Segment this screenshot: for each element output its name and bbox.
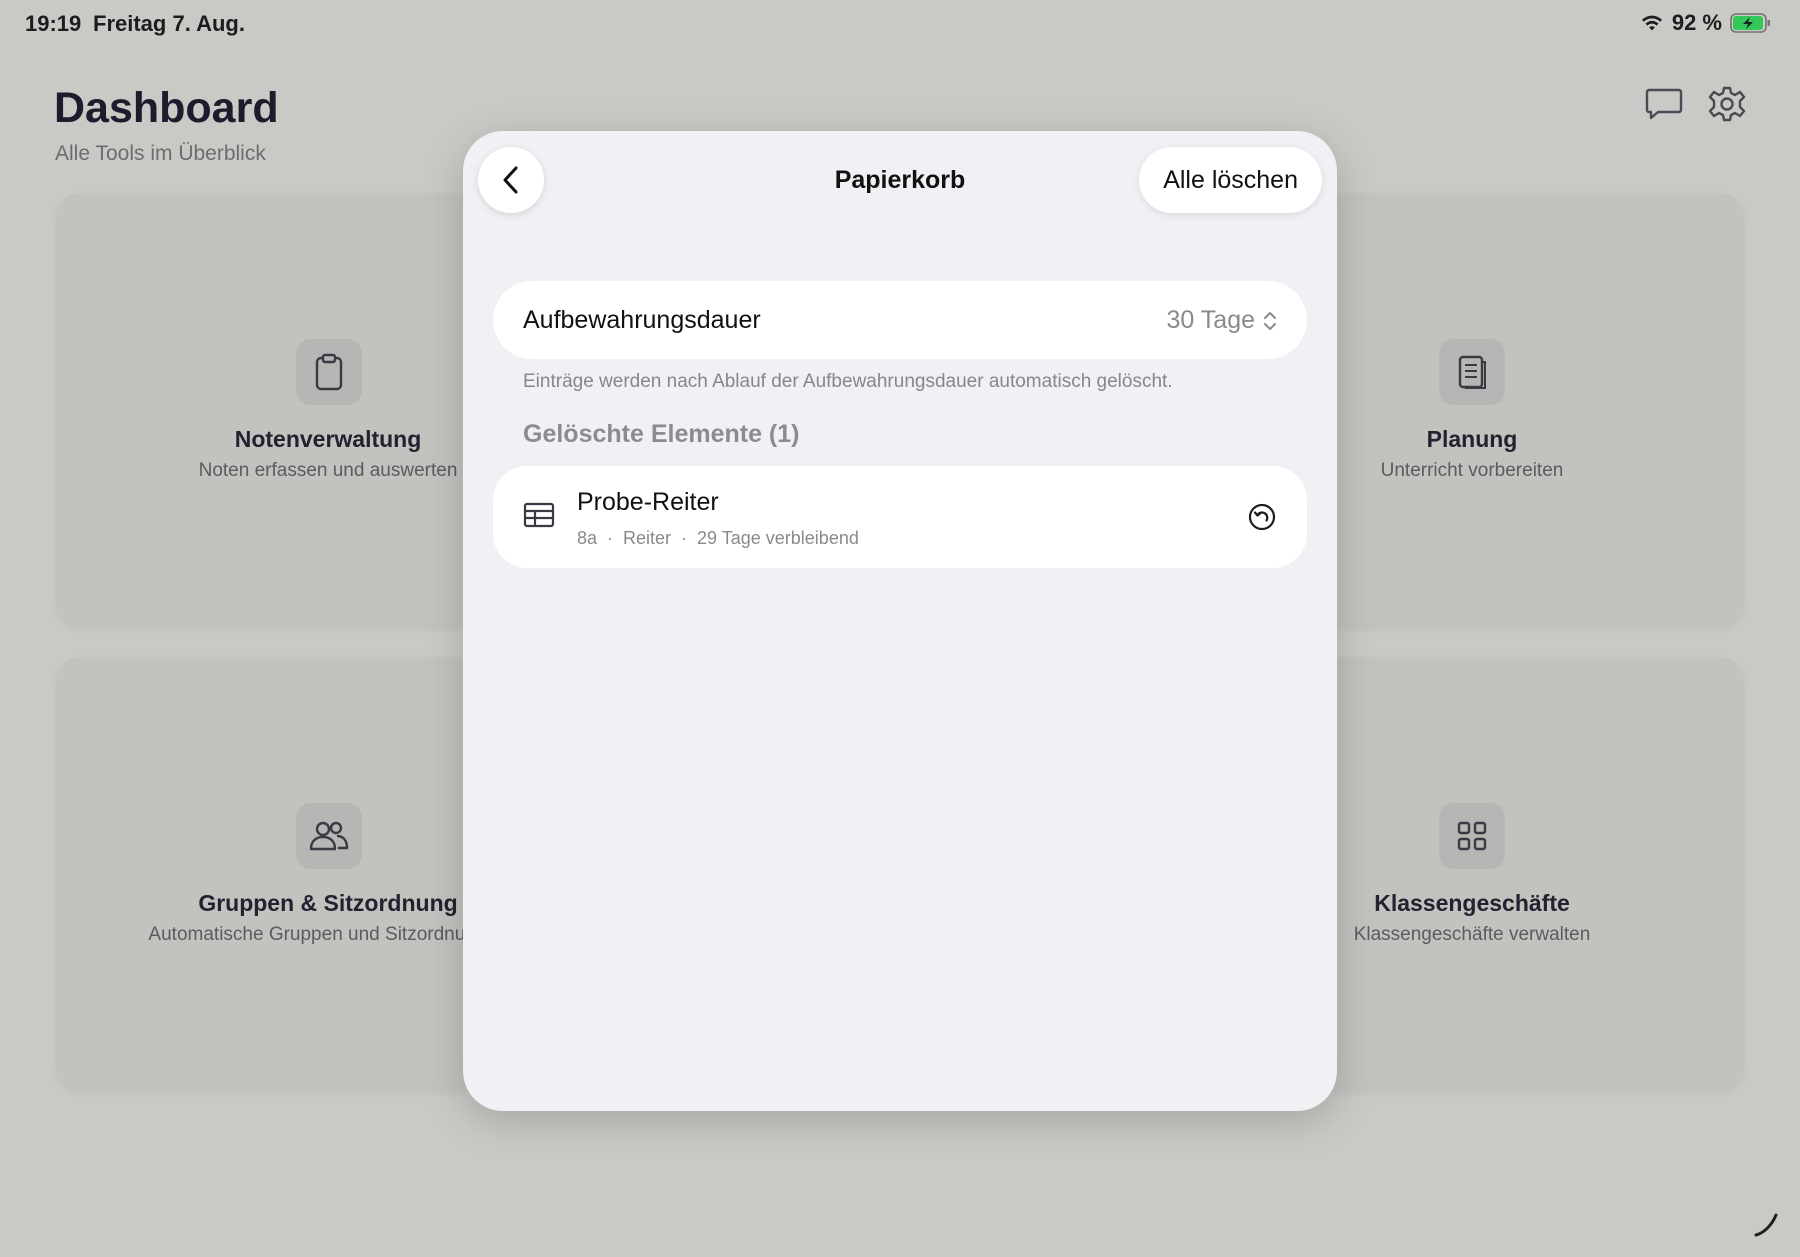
- battery-charging-icon: [1730, 13, 1770, 33]
- card-subtitle: Noten erfassen und auswerten: [198, 460, 458, 481]
- item-remaining: 29 Tage verbleibend: [697, 528, 859, 548]
- status-indicators: 92 %: [1640, 10, 1772, 36]
- card-icon-box: [296, 339, 362, 405]
- battery-percentage: 92 %: [1671, 10, 1722, 35]
- card-notenverwaltung[interactable]: Notenverwaltung Noten erfassen und auswe…: [56, 193, 476, 628]
- status-time: 19:19: [25, 11, 82, 36]
- document-icon: [1458, 355, 1486, 389]
- grid-icon: [1457, 821, 1487, 851]
- item-title: Probe-Reiter: [577, 488, 719, 516]
- card-title: Klassengeschäfte: [1374, 890, 1570, 916]
- list-item[interactable]: Probe-Reiter 8a · Reiter · 29 Tage verbleibe…: [493, 466, 1307, 568]
- card-subtitle: Klassengeschäfte verwalten: [1353, 924, 1591, 945]
- card-gruppen-sitzordnung[interactable]: Gruppen & Sitzordnung Automatische Grupp…: [56, 657, 508, 1092]
- clipboard-icon: [315, 353, 343, 391]
- retention-picker[interactable]: 30 Tage: [1166, 306, 1277, 335]
- retention-value: 30 Tage: [1166, 306, 1255, 334]
- card-subtitle: Automatische Gruppen und Sitzordnungen: [148, 924, 508, 945]
- restore-icon[interactable]: [1247, 502, 1277, 532]
- wifi-icon: [1641, 15, 1662, 31]
- status-date: Freitag 7. Aug.: [93, 11, 245, 36]
- retention-setting[interactable]: Aufbewahrungsdauer 30 Tage: [493, 281, 1307, 359]
- trash-modal: Papierkorb Alle löschen Aufbewahrungsdau…: [463, 131, 1337, 1111]
- page-subtitle: Alle Tools im Überblick: [55, 142, 266, 165]
- chat-bubble-icon[interactable]: [1644, 84, 1684, 124]
- card-icon-box: [1439, 339, 1505, 405]
- pencil-hint-icon: [1754, 1213, 1778, 1237]
- card-icon-box: [296, 803, 362, 869]
- gear-icon[interactable]: [1707, 84, 1747, 124]
- card-planung[interactable]: Planung Unterricht vorbereiten: [1320, 193, 1744, 628]
- card-title: Notenverwaltung: [234, 426, 422, 452]
- card-title: Planung: [1426, 426, 1518, 452]
- retention-note: Einträge werden nach Ablauf der Aufbewah…: [523, 371, 1173, 392]
- item-class: 8a: [577, 528, 598, 548]
- retention-label: Aufbewahrungsdauer: [523, 306, 761, 334]
- section-title: Gelöschte Elemente (1): [523, 420, 800, 448]
- status-bar: 19:19 Freitag 7. Aug. 92 %: [0, 0, 1800, 50]
- item-type: Reiter: [623, 528, 672, 548]
- table-icon: [523, 502, 555, 528]
- chevron-up-down-icon: [1264, 311, 1276, 330]
- card-subtitle: Unterricht vorbereiten: [1380, 460, 1564, 481]
- card-title: Gruppen & Sitzordnung: [198, 890, 458, 916]
- card-icon-box: [1439, 803, 1505, 869]
- delete-all-button[interactable]: Alle löschen: [1139, 147, 1322, 213]
- page-title: Dashboard: [54, 84, 279, 132]
- item-meta: 8a · Reiter · 29 Tage verbleibend: [577, 528, 859, 548]
- people-icon: [309, 821, 349, 851]
- card-klassengeschaefte[interactable]: Klassengeschäfte Klassengeschäfte verwal…: [1320, 657, 1744, 1092]
